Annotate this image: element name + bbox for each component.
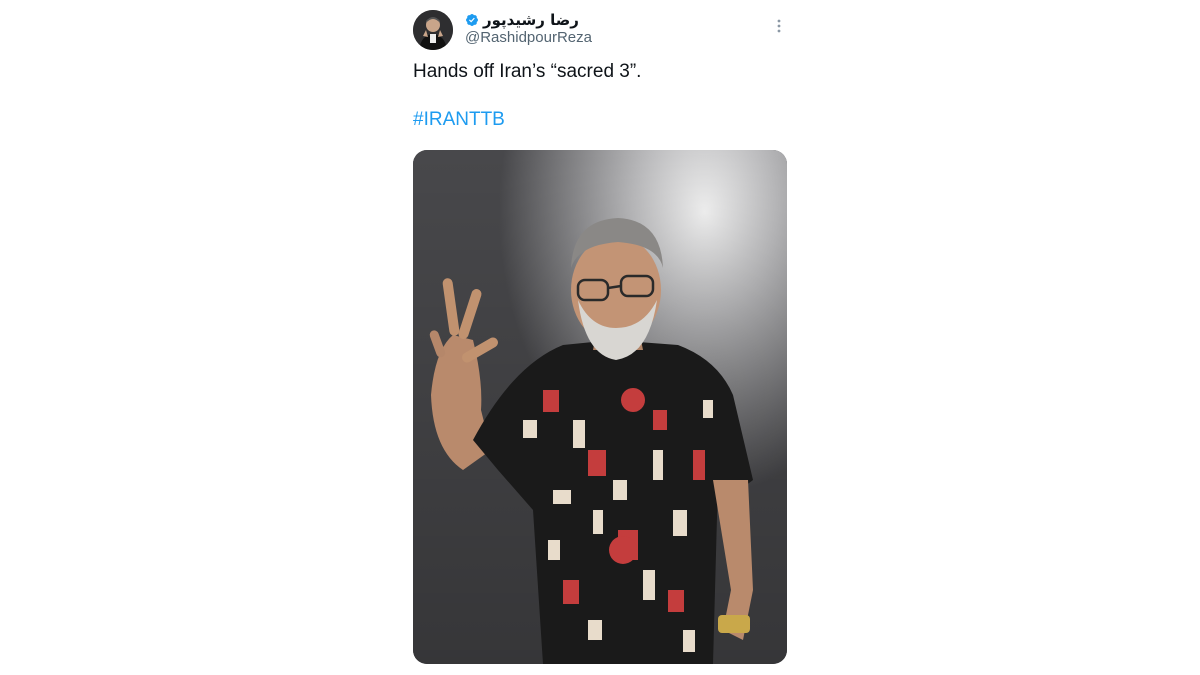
tweet-photo[interactable]	[413, 150, 787, 664]
more-options-icon	[777, 19, 781, 33]
verified-badge-icon	[466, 14, 478, 26]
profile-photo-icon	[413, 10, 453, 50]
author-display-name: رضا رشیدپور	[483, 11, 579, 29]
avatar[interactable]	[413, 10, 453, 50]
tweet-text: Hands off Iran’s “sacred 3”.	[413, 61, 642, 82]
person-three-finger-gesture-photo-icon	[413, 150, 787, 664]
hashtag-link[interactable]: #IRANTTB	[413, 108, 505, 132]
tweet-card: رضا رشیدپور @RashidpourReza Hands off Ir…	[413, 0, 787, 675]
more-options-button[interactable]	[767, 14, 791, 38]
author-name-row[interactable]: رضا رشیدپور	[465, 10, 579, 30]
author-handle[interactable]: @RashidpourReza	[465, 29, 592, 46]
